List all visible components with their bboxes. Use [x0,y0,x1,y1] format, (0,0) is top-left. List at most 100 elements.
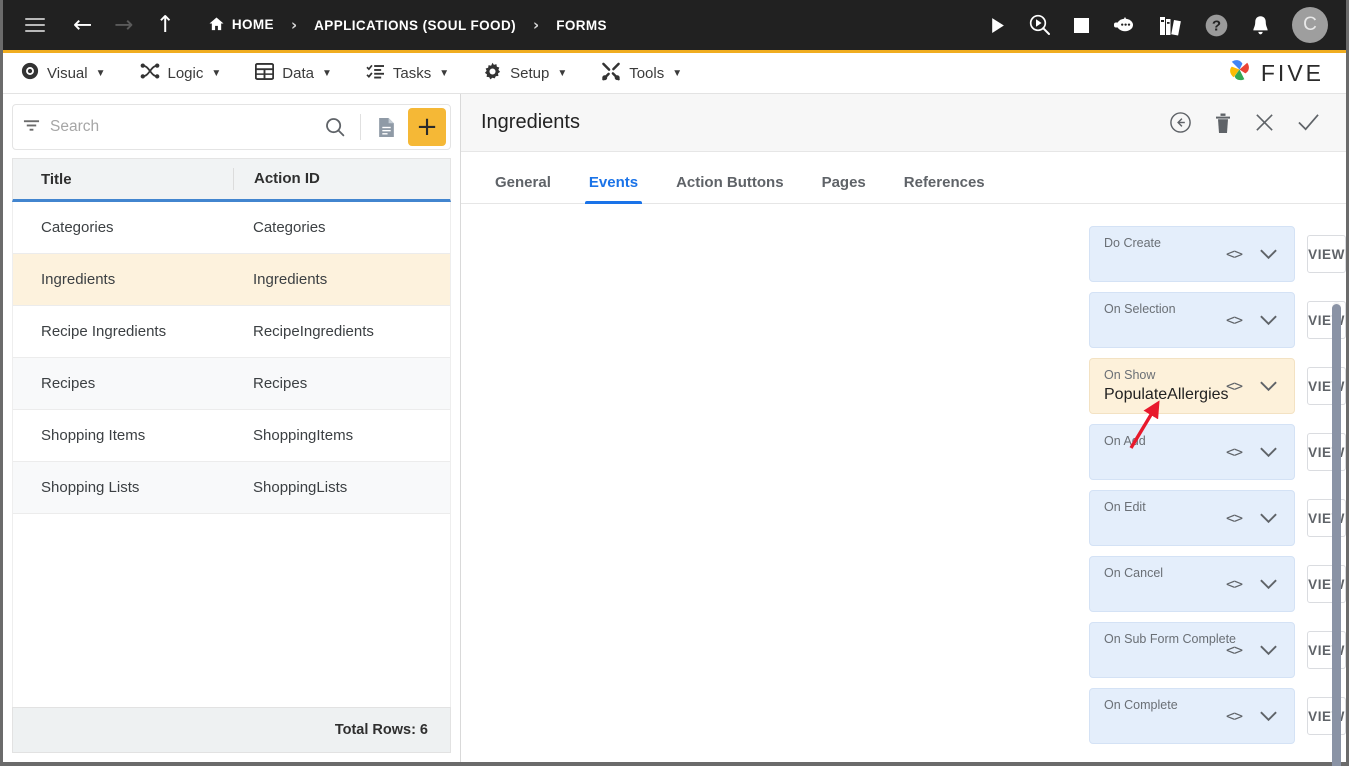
chevron-down-icon[interactable] [1259,446,1278,458]
column-header-title[interactable]: Title [13,171,233,188]
event-card[interactable]: On Add <> [1089,424,1296,480]
event-card-selected[interactable]: On Show PopulateAllergies <> [1089,358,1296,414]
home-icon [209,16,224,34]
table-row[interactable]: Shopping Items ShoppingItems [13,410,450,462]
confirm-icon[interactable] [1297,112,1320,133]
tab-pages[interactable]: Pages [810,174,878,203]
menu-item-setup[interactable]: Setup ▼ [483,62,567,85]
menu-item-tasks[interactable]: Tasks ▼ [366,63,449,84]
chevron-down-icon: ▼ [439,67,450,79]
event-card[interactable]: On Complete <> [1089,688,1296,744]
up-arrow-icon[interactable]: ↑ [156,13,175,37]
scrollbar-thumb[interactable] [1332,304,1341,766]
event-row-on-cancel: On Cancel <> VIEW [461,556,1346,612]
chevron-down-icon: ▼ [672,67,683,79]
chevron-down-icon[interactable] [1259,644,1278,656]
code-icon[interactable]: <> [1226,377,1243,395]
chevron-down-icon[interactable] [1259,512,1278,524]
filter-icon[interactable] [23,118,40,137]
hamburger-menu-icon[interactable] [25,14,45,36]
view-button[interactable]: VIEW [1307,235,1346,273]
code-icon[interactable]: <> [1226,311,1243,329]
forward-arrow-icon[interactable]: → [114,13,133,37]
code-icon[interactable]: <> [1226,575,1243,593]
run-icon[interactable] [989,17,1006,34]
avatar[interactable]: C [1292,7,1328,43]
event-value: PopulateAllergies [1104,386,1229,403]
chevron-down-icon[interactable] [1259,578,1278,590]
chevron-down-icon[interactable] [1259,314,1278,326]
cell-action-id: Categories [253,219,326,236]
tab-events[interactable]: Events [577,174,650,204]
chevron-down-icon[interactable] [1259,710,1278,722]
close-icon[interactable] [1254,112,1275,133]
add-form-button[interactable]: + [408,108,446,146]
menu-label-data: Data [282,64,314,82]
chevron-down-icon: ▼ [211,67,222,79]
top-navigation-bar: ← → ↑ HOME › APPLICATIONS (SOUL FOOD) › … [3,0,1346,50]
back-arrow-icon[interactable]: ← [73,13,92,37]
debug-icon[interactable] [1028,13,1052,37]
search-input[interactable] [50,118,319,136]
gear-icon [483,62,502,85]
menu-item-logic[interactable]: Logic ▼ [140,62,222,84]
svg-text:?: ? [1212,17,1221,34]
event-card[interactable]: On Cancel <> [1089,556,1296,612]
panel-header: Ingredients [461,94,1346,152]
breadcrumb-item-applications[interactable]: APPLICATIONS (SOUL FOOD) [314,18,516,33]
menu-item-tools[interactable]: Tools ▼ [601,62,682,85]
library-icon[interactable] [1159,15,1182,36]
table-row[interactable]: Recipe Ingredients RecipeIngredients [13,306,450,358]
chevron-down-icon[interactable] [1259,248,1278,260]
event-card[interactable]: On Sub Form Complete <> [1089,622,1296,678]
code-icon[interactable]: <> [1226,641,1243,659]
menu-item-data[interactable]: Data ▼ [255,62,332,84]
menu-label-visual: Visual [47,64,88,82]
stop-icon[interactable] [1074,17,1089,33]
breadcrumb-separator: › [290,16,298,34]
table-row[interactable]: Categories Categories [13,202,450,254]
event-card[interactable]: On Edit <> [1089,490,1296,546]
event-card-icons: <> [1226,707,1278,725]
breadcrumb-label-home: HOME [231,16,274,32]
cell-title: Shopping Items [41,427,146,444]
delete-icon[interactable] [1214,112,1232,134]
event-card[interactable]: On Selection <> [1089,292,1296,348]
code-icon[interactable]: <> [1226,443,1243,461]
tab-general[interactable]: General [483,174,563,203]
help-icon[interactable]: ? [1204,13,1229,38]
code-icon[interactable]: <> [1226,707,1243,725]
code-icon[interactable]: <> [1226,509,1243,527]
document-icon[interactable] [370,111,402,143]
menu-label-tools: Tools [629,64,665,82]
form-detail-panel: Ingredients General Events Action Button… [461,94,1346,766]
menu-label-logic: Logic [167,64,204,82]
table-row[interactable]: Recipes Recipes [13,358,450,410]
tab-references[interactable]: References [892,174,997,203]
brand-text: FIVE [1260,59,1324,86]
table-row[interactable]: Ingredients Ingredients [13,254,450,306]
chevron-down-icon[interactable] [1259,380,1278,392]
event-card-icons: <> [1226,245,1278,263]
notifications-icon[interactable] [1251,15,1270,36]
tools-icon [601,62,621,85]
vertical-scrollbar[interactable] [1332,302,1341,766]
event-card[interactable]: Do Create <> [1089,226,1296,282]
table-row[interactable]: Shopping Lists ShoppingLists [13,462,450,514]
application-window: ← → ↑ HOME › APPLICATIONS (SOUL FOOD) › … [0,0,1349,766]
event-row-do-create: Do Create <> VIEW [461,226,1346,282]
topbar-actions: ? C [989,7,1332,43]
code-icon[interactable]: <> [1226,245,1243,263]
tab-action-buttons[interactable]: Action Buttons [664,174,795,203]
column-header-action-id[interactable]: Action ID [233,168,450,190]
panel-action-icons [1169,111,1320,134]
chatbot-icon[interactable] [1111,15,1137,35]
breadcrumb-item-forms[interactable]: FORMS [556,18,607,33]
cell-title: Shopping Lists [41,479,140,496]
back-circle-icon[interactable] [1169,111,1192,134]
event-row-on-sub-form-complete: On Sub Form Complete <> VIEW [461,622,1346,678]
breadcrumb-separator: › [533,16,540,34]
search-icon[interactable] [319,111,351,143]
breadcrumb-item-home[interactable]: HOME [209,17,274,34]
menu-item-visual[interactable]: Visual ▼ [21,62,106,84]
